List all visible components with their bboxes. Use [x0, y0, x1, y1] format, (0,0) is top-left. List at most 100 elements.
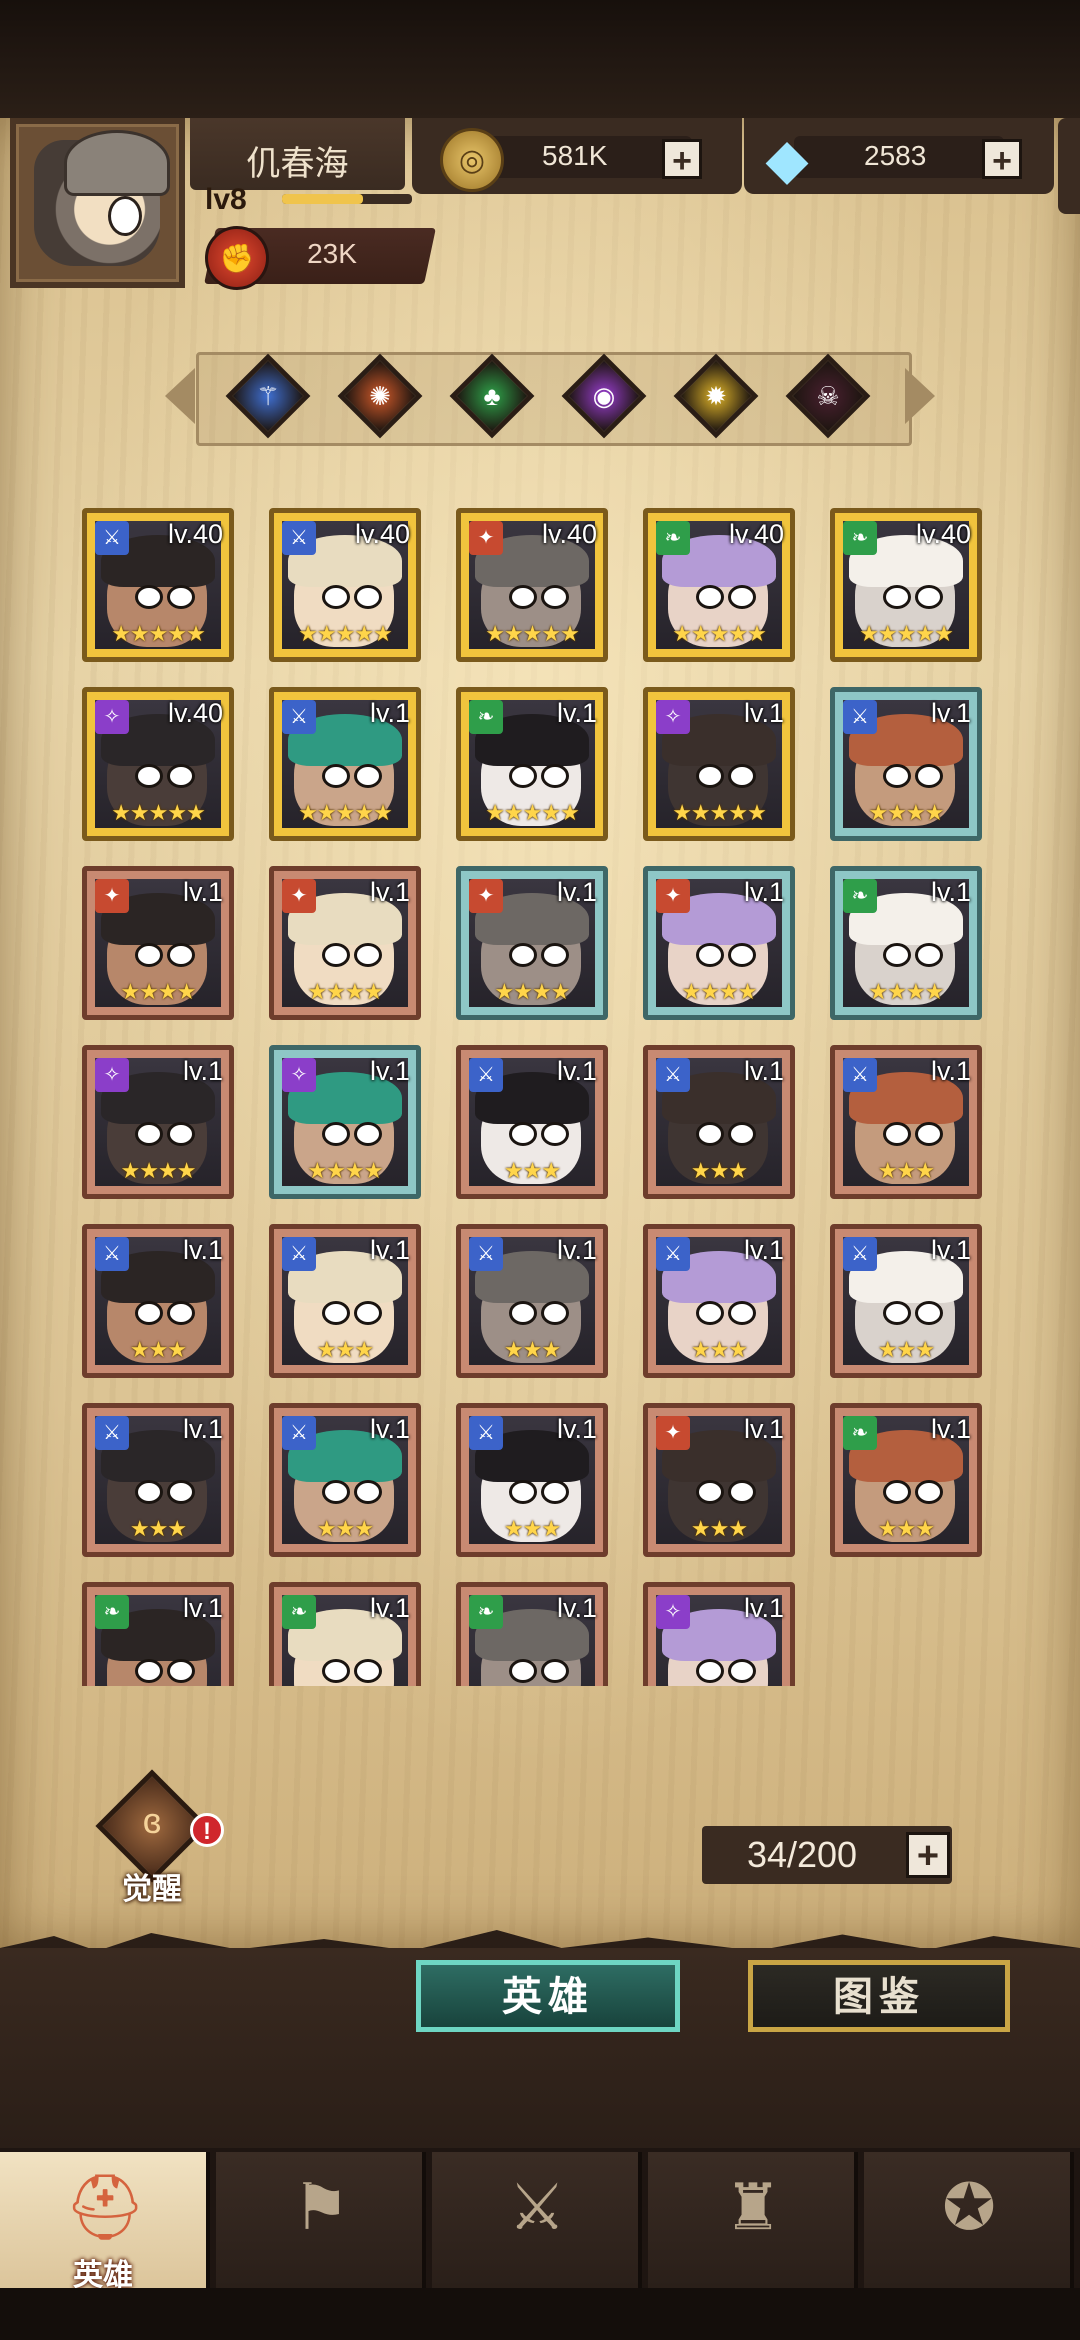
hero-star-rating: ★★★ — [503, 1337, 561, 1362]
nav-helmet-button[interactable]: ⛑ 英雄 — [0, 2152, 210, 2292]
hero-eye — [509, 1301, 537, 1325]
hero-eye — [696, 1301, 724, 1325]
blue-element-icon: ⚔ — [469, 1416, 503, 1450]
hero-card[interactable]: ✧ lv.1 ★★★★ — [269, 1045, 421, 1199]
blue-element-icon: ⚔ — [469, 1237, 503, 1271]
hero-eye — [509, 1480, 537, 1504]
hero-star-rating: ★★★ — [129, 1337, 187, 1362]
hero-card[interactable]: ❧ lv.1 ★★★★★ — [456, 687, 608, 841]
hero-star-rating: ★★★★★ — [485, 800, 580, 825]
green-element-icon: ❧ — [843, 521, 877, 555]
hero-card[interactable]: ⚔ lv.1 ★★★ — [643, 1224, 795, 1378]
hero-card[interactable]: ✧ lv.40 ★★★★★ — [82, 687, 234, 841]
red-element-icon: ✦ — [469, 521, 503, 555]
hero-card[interactable]: ⚔ lv.1 ★★★ — [830, 1224, 982, 1378]
hero-eye — [728, 585, 756, 609]
filter-skull-button[interactable]: ☠ — [785, 353, 871, 439]
hero-star-rating: ★★★ — [690, 1337, 748, 1362]
expand-capacity-button[interactable]: + — [906, 1832, 950, 1878]
hero-eye — [354, 1301, 382, 1325]
hero-card[interactable]: ⚔ lv.1 ★★★ — [82, 1403, 234, 1557]
hero-card[interactable]: ❧ lv.40 ★★★★★ — [830, 508, 982, 662]
hero-card[interactable]: ⚔ lv.1 ★★★ — [456, 1224, 608, 1378]
hero-card[interactable]: ❧lv.1★★★ — [830, 1403, 982, 1557]
hero-card[interactable]: ❧lv.1★★★ — [456, 1582, 608, 1686]
hero-eye — [135, 1122, 163, 1146]
hero-card[interactable]: ❧ lv.40 ★★★★★ — [643, 508, 795, 662]
red-element-icon: ✦ — [656, 879, 690, 913]
hero-card[interactable]: ⚔ lv.40 ★★★★★ — [82, 508, 234, 662]
hero-level: lv.1 — [743, 1414, 784, 1444]
hero-card[interactable]: ⚔ lv.40 ★★★★★ — [269, 508, 421, 662]
hero-card[interactable]: ⚔ lv.1 ★★★ — [643, 1045, 795, 1199]
handshake-icon: ✪ — [942, 2171, 996, 2243]
nav-flag-button[interactable]: ⚑ — [216, 2152, 426, 2288]
player-avatar[interactable] — [10, 118, 185, 288]
purple-element-icon: ✧ — [95, 700, 129, 734]
hero-eye — [915, 943, 943, 967]
hero-card[interactable]: ✦ lv.1 ★★★★ — [82, 866, 234, 1020]
hero-level: lv.1 — [743, 1593, 784, 1623]
hero-star-rating: ★★★★ — [681, 979, 758, 1004]
hero-card[interactable]: ✦ lv.40 ★★★★★ — [456, 508, 608, 662]
hero-eye — [167, 943, 195, 967]
blue-element-icon: ⚔ — [282, 1237, 316, 1271]
hero-star-rating: ★★★★★ — [485, 621, 580, 646]
hero-card[interactable]: ⚔ lv.1 ★★★ — [269, 1403, 421, 1557]
hero-card[interactable]: ✦ lv.1 ★★★★ — [643, 866, 795, 1020]
hero-eye — [167, 1122, 195, 1146]
hero-card[interactable]: ⚔ lv.1 ★★★★★ — [269, 687, 421, 841]
hero-card[interactable]: ⚔ lv.1 ★★★ — [456, 1045, 608, 1199]
hero-card[interactable]: ⚔ lv.1 ★★★ — [456, 1403, 608, 1557]
hero-level: lv.1 — [556, 1056, 597, 1086]
hero-card[interactable]: ❧lv.1★★★ — [269, 1582, 421, 1686]
hero-card[interactable]: ✦ lv.1 ★★★ — [643, 1403, 795, 1557]
hero-card[interactable]: ⚔ lv.1 ★★★★ — [830, 687, 982, 841]
filter-clover-button[interactable]: ♣ — [449, 353, 535, 439]
hero-eye — [322, 764, 350, 788]
hero-eye — [167, 1659, 195, 1683]
hero-eye — [322, 1480, 350, 1504]
hero-eye — [135, 1659, 163, 1683]
hero-eye — [728, 1659, 756, 1683]
hero-card[interactable]: ✦ lv.1 ★★★★ — [456, 866, 608, 1020]
hero-star-rating: ★★★ — [316, 1516, 374, 1541]
hero-eye — [135, 764, 163, 788]
green-element-icon: ❧ — [656, 521, 690, 555]
hero-card[interactable]: ⚔ lv.1 ★★★ — [82, 1224, 234, 1378]
filter-sun-button[interactable]: ✹ — [673, 353, 759, 439]
tab-codex[interactable]: 图鉴 — [748, 1960, 1010, 2032]
hero-card[interactable]: ✧ lv.1 ★★★★★ — [643, 687, 795, 841]
hero-eye — [728, 1301, 756, 1325]
hero-card[interactable]: ⚔ lv.1 ★★★ — [830, 1045, 982, 1199]
hero-card[interactable]: ✧lv.1★★★ — [643, 1582, 795, 1686]
nav-handshake-button[interactable]: ✪ — [864, 2152, 1074, 2288]
hero-card[interactable]: ✧ lv.1 ★★★★ — [82, 1045, 234, 1199]
hero-card[interactable]: ❧ lv.1 ★★★★ — [830, 866, 982, 1020]
hero-card[interactable]: ✦ lv.1 ★★★★ — [269, 866, 421, 1020]
hero-star-rating: ★★★ — [690, 1158, 748, 1183]
hero-star-rating: ★★★★★ — [298, 621, 393, 646]
filter-orb-button[interactable]: ◉ — [561, 353, 647, 439]
nav-castle-button[interactable]: ♜ — [648, 2152, 858, 2288]
hero-star-rating: ★★★ — [129, 1516, 187, 1541]
filter-staff-button[interactable]: ⚚ — [225, 353, 311, 439]
side-menu-tab[interactable] — [1058, 118, 1080, 214]
hero-level: lv.1 — [182, 877, 223, 907]
hero-eye — [541, 1122, 569, 1146]
filter-rune-button[interactable]: ✺ — [337, 353, 423, 439]
filter-scroll-right-icon[interactable] — [905, 368, 935, 424]
tab-heroes[interactable]: 英雄 — [416, 1960, 680, 2032]
hero-level: lv.40 — [541, 519, 597, 549]
blue-element-icon: ⚔ — [282, 521, 316, 555]
add-gems-button[interactable]: + — [982, 139, 1022, 180]
hero-level: lv.40 — [354, 519, 410, 549]
add-coins-button[interactable]: + — [662, 139, 702, 180]
hero-card[interactable]: ⚔ lv.1 ★★★ — [269, 1224, 421, 1378]
nav-crossed-swords-button[interactable]: ⚔ — [432, 2152, 642, 2288]
hero-card[interactable]: ❧lv.1★★★ — [82, 1582, 234, 1686]
avatar-eye — [108, 196, 142, 236]
hero-star-rating: ★★★★ — [307, 979, 384, 1004]
filter-scroll-left-icon[interactable] — [165, 368, 195, 424]
hero-eye — [728, 943, 756, 967]
